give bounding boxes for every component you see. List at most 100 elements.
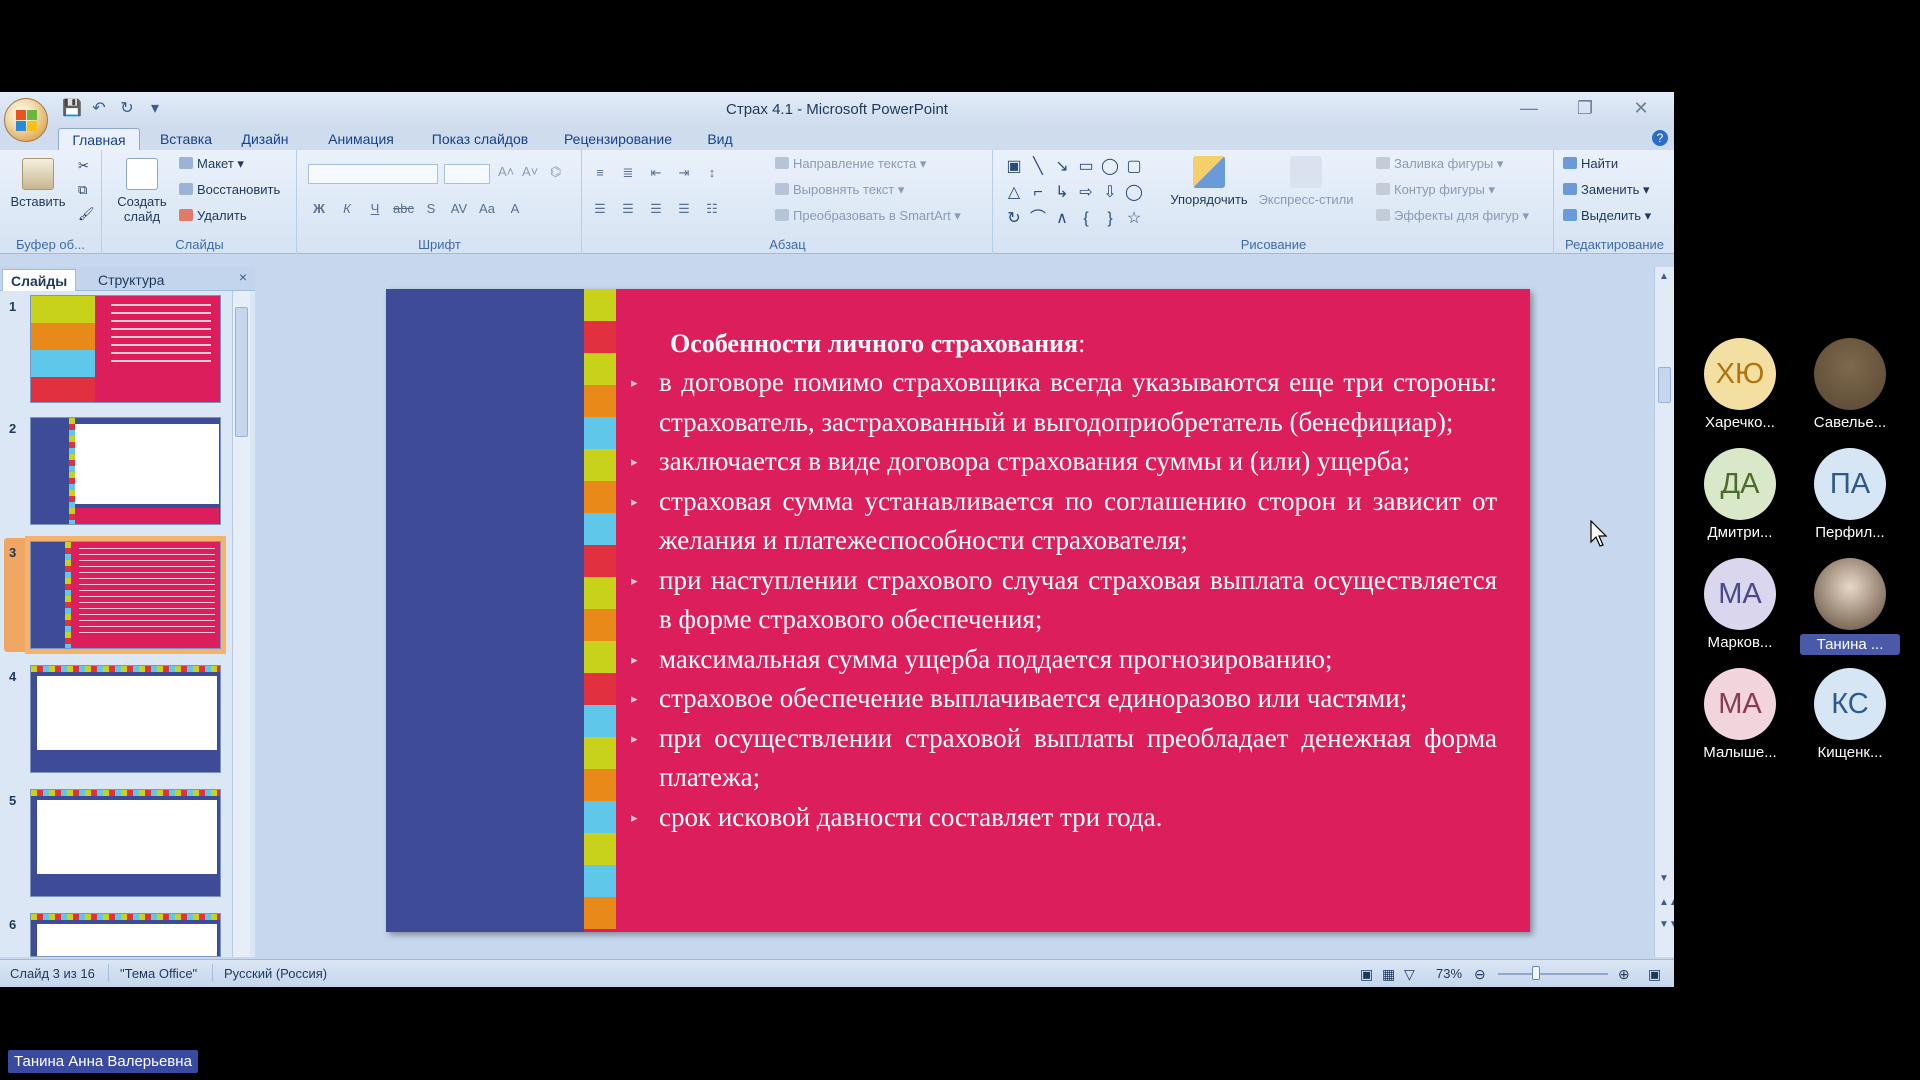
- tab-animation[interactable]: Анимация: [318, 128, 404, 150]
- underline-icon[interactable]: Ч: [364, 198, 386, 218]
- right-brace-shape-icon[interactable]: }: [1098, 206, 1122, 232]
- bold-icon[interactable]: Ж: [308, 198, 330, 218]
- align-right-icon[interactable]: ☰: [645, 198, 667, 218]
- language[interactable]: Русский (Россия): [224, 966, 327, 981]
- freeform-shape-icon[interactable]: ∧: [1050, 206, 1074, 232]
- shrink-font-icon[interactable]: A˅: [522, 164, 538, 179]
- participant-tile[interactable]: КС Кищенк...: [1800, 668, 1900, 761]
- cut-icon[interactable]: ✂: [78, 158, 89, 174]
- participant-tile[interactable]: ДА Дмитри...: [1690, 448, 1790, 541]
- participant-tile[interactable]: Танина ...: [1800, 558, 1900, 655]
- char-spacing-icon[interactable]: AV: [448, 198, 470, 218]
- slide-thumbnail-4[interactable]: [30, 665, 221, 773]
- main-scroll-thumb[interactable]: [1658, 367, 1671, 403]
- tab-view[interactable]: Вид: [700, 128, 740, 150]
- align-left-icon[interactable]: ☰: [589, 198, 611, 218]
- slide-thumbnail-6[interactable]: [30, 913, 221, 957]
- shadow-icon[interactable]: S: [420, 198, 442, 218]
- justify-icon[interactable]: ☰: [673, 198, 695, 218]
- main-scrollbar[interactable]: ▲ ▼ ▲▲ ▼▼: [1654, 267, 1674, 957]
- participant-tile[interactable]: МА Малыше...: [1690, 668, 1790, 761]
- slide-title[interactable]: Особенности личного страхования:: [670, 329, 1085, 359]
- paste-button[interactable]: Вставить: [10, 158, 66, 209]
- pane-close-icon[interactable]: ×: [239, 269, 247, 285]
- font-family-select[interactable]: [308, 164, 438, 184]
- line-shape-icon[interactable]: ╲: [1026, 154, 1050, 180]
- align-text-button[interactable]: Выровнять текст ▾: [775, 182, 904, 198]
- copy-icon[interactable]: ⧉: [78, 182, 87, 198]
- scroll-up-icon[interactable]: ▲: [1659, 271, 1669, 282]
- select-button[interactable]: Выделить ▾: [1563, 208, 1651, 224]
- close-icon[interactable]: ✕: [1628, 96, 1654, 120]
- quick-styles-button[interactable]: Экспресс-стили: [1256, 156, 1356, 207]
- textbox-shape-icon[interactable]: ▣: [1002, 154, 1026, 180]
- increase-indent-icon[interactable]: ⇥: [673, 162, 695, 182]
- italic-icon[interactable]: К: [336, 198, 358, 218]
- tab-home[interactable]: Главная: [58, 128, 140, 150]
- elbow-arrow-shape-icon[interactable]: ↳: [1050, 180, 1074, 206]
- prev-slide-icon[interactable]: ▲▲: [1659, 897, 1674, 908]
- arc-shape-icon[interactable]: ⌒: [1026, 206, 1050, 232]
- slide-thumbnail-5[interactable]: [30, 789, 221, 897]
- format-painter-icon[interactable]: 🖌: [78, 206, 95, 222]
- slide-thumbnail-2[interactable]: [30, 417, 221, 525]
- shape-fill-button[interactable]: Заливка фигуры ▾: [1376, 156, 1503, 172]
- layout-button[interactable]: Макет ▾: [179, 156, 244, 172]
- zoom-slider-knob[interactable]: [1532, 966, 1540, 980]
- normal-view-icon[interactable]: ▣: [1360, 966, 1373, 983]
- change-case-icon[interactable]: Aa: [476, 198, 498, 218]
- smartart-button[interactable]: Преобразовать в SmartArt ▾: [775, 208, 961, 224]
- restore-icon[interactable]: ❐: [1572, 96, 1598, 120]
- new-slide-button[interactable]: Создать слайд: [113, 158, 171, 224]
- zoom-slider[interactable]: [1498, 973, 1608, 975]
- participant-tile[interactable]: ПА Перфил...: [1800, 448, 1900, 541]
- font-color-icon[interactable]: A: [504, 198, 526, 218]
- grow-font-icon[interactable]: A˄: [498, 164, 514, 179]
- rounded-rect-shape-icon[interactable]: ▢: [1122, 154, 1146, 180]
- office-button[interactable]: [4, 98, 48, 142]
- slideshow-view-icon[interactable]: ▽: [1404, 966, 1415, 983]
- slide-canvas[interactable]: Особенности личного страхования: ▸ в дого…: [386, 289, 1530, 932]
- find-button[interactable]: Найти: [1563, 156, 1618, 171]
- down-arrow-shape-icon[interactable]: ⇩: [1098, 180, 1122, 206]
- shape-effects-button[interactable]: Эффекты для фигур ▾: [1376, 208, 1529, 224]
- shape-outline-button[interactable]: Контур фигуры ▾: [1376, 182, 1495, 198]
- delete-button[interactable]: Удалить: [179, 208, 247, 223]
- tab-outline[interactable]: Структура: [90, 269, 172, 291]
- curve-arrow-shape-icon[interactable]: ↻: [1002, 206, 1026, 232]
- star-shape-icon[interactable]: ☆: [1122, 206, 1146, 232]
- numbering-icon[interactable]: ≣: [617, 162, 639, 182]
- slide-thumbnail-3[interactable]: [25, 536, 226, 654]
- sorter-view-icon[interactable]: ▦: [1382, 966, 1395, 983]
- callout-shape-icon[interactable]: ◯: [1122, 180, 1146, 206]
- tab-design[interactable]: Дизайн: [232, 128, 298, 150]
- zoom-level[interactable]: 73%: [1436, 966, 1462, 981]
- help-icon[interactable]: ?: [1652, 130, 1668, 146]
- tab-slideshow[interactable]: Показ слайдов: [422, 128, 538, 150]
- right-arrow-shape-icon[interactable]: ⇨: [1074, 180, 1098, 206]
- slide-bullet-list[interactable]: ▸ в договоре помимо страховщика всегда ук…: [631, 363, 1497, 837]
- replace-button[interactable]: Заменить ▾: [1563, 182, 1650, 198]
- font-size-select[interactable]: [444, 164, 490, 184]
- tab-insert[interactable]: Вставка: [152, 128, 220, 150]
- scroll-down-icon[interactable]: ▼: [1659, 873, 1669, 884]
- strikethrough-icon[interactable]: abc: [392, 198, 414, 218]
- oval-shape-icon[interactable]: ◯: [1098, 154, 1122, 180]
- shapes-gallery[interactable]: ▣ ╲ ↘ ▭ ◯ ▢ △ ⌐ ↳ ⇨ ⇩ ◯ ↻ ⌒ ∧ { } ☆: [1002, 154, 1146, 232]
- tab-slides[interactable]: Слайды: [2, 269, 77, 291]
- pane-scroll-thumb[interactable]: [235, 307, 248, 437]
- minimize-icon[interactable]: —: [1516, 96, 1542, 120]
- next-slide-icon[interactable]: ▼▼: [1659, 919, 1674, 930]
- participant-tile[interactable]: МА Марков...: [1690, 558, 1790, 651]
- participant-tile[interactable]: Савелье...: [1800, 338, 1900, 431]
- theme-name[interactable]: "Тема Office": [120, 966, 197, 981]
- decrease-indent-icon[interactable]: ⇤: [645, 162, 667, 182]
- rect-shape-icon[interactable]: ▭: [1074, 154, 1098, 180]
- zoom-out-icon[interactable]: ⊖: [1474, 966, 1486, 983]
- reset-button[interactable]: Восстановить: [179, 182, 280, 197]
- arrange-button[interactable]: Упорядочить: [1164, 156, 1254, 207]
- participant-tile[interactable]: ХЮ Харечко...: [1690, 338, 1790, 431]
- pane-scrollbar[interactable]: [232, 291, 250, 957]
- align-center-icon[interactable]: ☰: [617, 198, 639, 218]
- text-direction-button[interactable]: Направление текста ▾: [775, 156, 926, 172]
